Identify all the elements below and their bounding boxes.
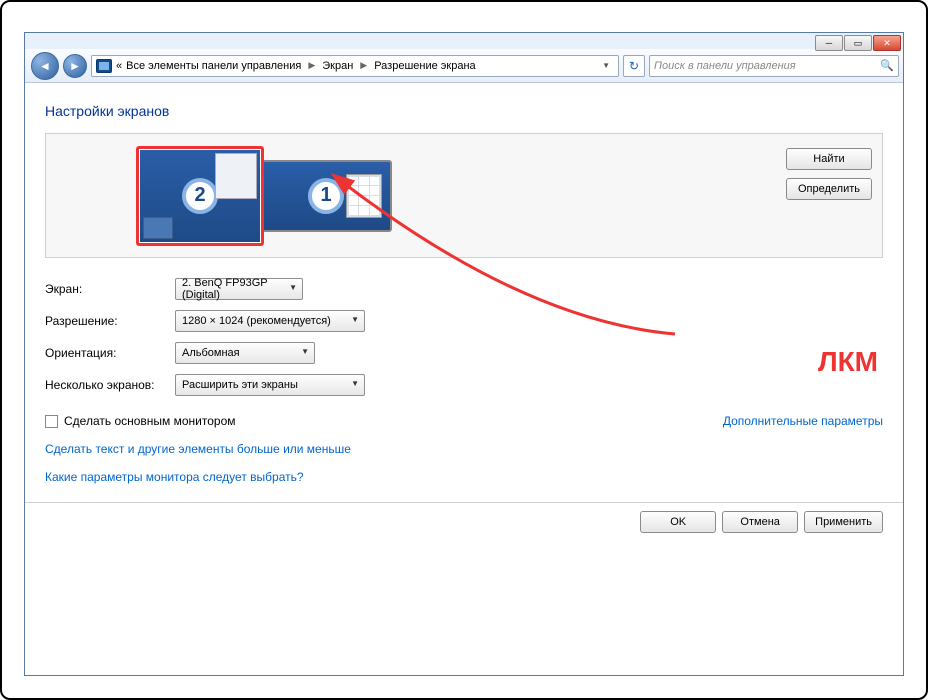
apply-button[interactable]: Применить [804,511,883,533]
minimize-button[interactable]: ─ [815,35,843,51]
monitor-1[interactable]: 1 [260,160,392,232]
monitor-arrangement-panel[interactable]: 2 1 Найти Определить [45,133,883,258]
separator [25,502,903,503]
breadcrumb-item[interactable]: Разрешение экрана [374,60,475,72]
titlebar: ─ ▭ ✕ [25,33,903,49]
address-bar[interactable]: « Все элементы панели управления ▶ Экран… [91,55,619,77]
resolution-dropdown[interactable]: 1280 × 1024 (рекомендуется) [175,310,365,332]
chevron-right-icon: ▶ [305,60,318,71]
monitor-number-badge: 2 [182,178,218,214]
find-button[interactable]: Найти [786,148,872,170]
multiple-displays-label: Несколько экранов: [45,378,175,392]
control-panel-icon [96,59,112,73]
refresh-icon: ↻ [629,59,639,73]
search-input[interactable]: Поиск в панели управления 🔍 [649,55,899,77]
display-label: Экран: [45,282,175,296]
identify-button[interactable]: Определить [786,178,872,200]
minimize-icon: ─ [826,38,832,48]
arrow-right-icon: ► [69,59,81,73]
ok-button[interactable]: OK [640,511,716,533]
screenshot-frame: ─ ▭ ✕ ◄ ► « Все элементы панели управлен… [0,0,928,700]
annotation-text: ЛКМ [818,346,878,378]
monitor-window-decor [215,153,257,199]
orientation-label: Ориентация: [45,346,175,360]
monitor-keypad-decor [346,174,382,218]
search-placeholder: Поиск в панели управления [654,60,796,72]
breadcrumb-prefix: « [116,60,122,72]
nav-forward-button[interactable]: ► [63,54,87,78]
resolution-label: Разрешение: [45,314,175,328]
multiple-displays-dropdown[interactable]: Расширить эти экраны [175,374,365,396]
monitor-2[interactable]: 2 [136,146,264,246]
display-dropdown[interactable]: 2. BenQ FP93GP (Digital) [175,278,303,300]
chevron-right-icon: ▶ [357,60,370,71]
monitor-help-link[interactable]: Какие параметры монитора следует выбрать… [45,470,883,484]
breadcrumb-item[interactable]: Все элементы панели управления [126,60,301,72]
breadcrumb-item[interactable]: Экран [322,60,353,72]
orientation-dropdown[interactable]: Альбомная [175,342,315,364]
monitor-number-badge: 1 [308,178,344,214]
page-title: Настройки экранов [45,103,883,119]
maximize-icon: ▭ [854,38,863,49]
advanced-settings-link[interactable]: Дополнительные параметры [723,414,883,428]
content-pane: Настройки экранов 2 1 Найти Определить [25,83,903,675]
close-icon: ✕ [883,38,891,49]
window: ─ ▭ ✕ ◄ ► « Все элементы панели управлен… [24,32,904,676]
make-primary-label: Сделать основным монитором [64,414,236,428]
search-icon: 🔍 [880,59,894,72]
close-button[interactable]: ✕ [873,35,901,51]
maximize-button[interactable]: ▭ [844,35,872,51]
cancel-button[interactable]: Отмена [722,511,798,533]
make-primary-checkbox[interactable] [45,415,58,428]
monitor-taskbar-decor [143,217,173,239]
arrow-left-icon: ◄ [39,59,51,73]
navigation-bar: ◄ ► « Все элементы панели управления ▶ Э… [25,49,903,83]
nav-back-button[interactable]: ◄ [31,52,59,80]
dialog-buttons: OK Отмена Применить [45,511,883,543]
address-dropdown-icon[interactable]: ▼ [598,61,614,70]
refresh-button[interactable]: ↻ [623,55,645,77]
settings-form: ЛКМ Экран: 2. BenQ FP93GP (Digital) Разр… [45,278,883,484]
text-size-link[interactable]: Сделать текст и другие элементы больше и… [45,442,883,456]
